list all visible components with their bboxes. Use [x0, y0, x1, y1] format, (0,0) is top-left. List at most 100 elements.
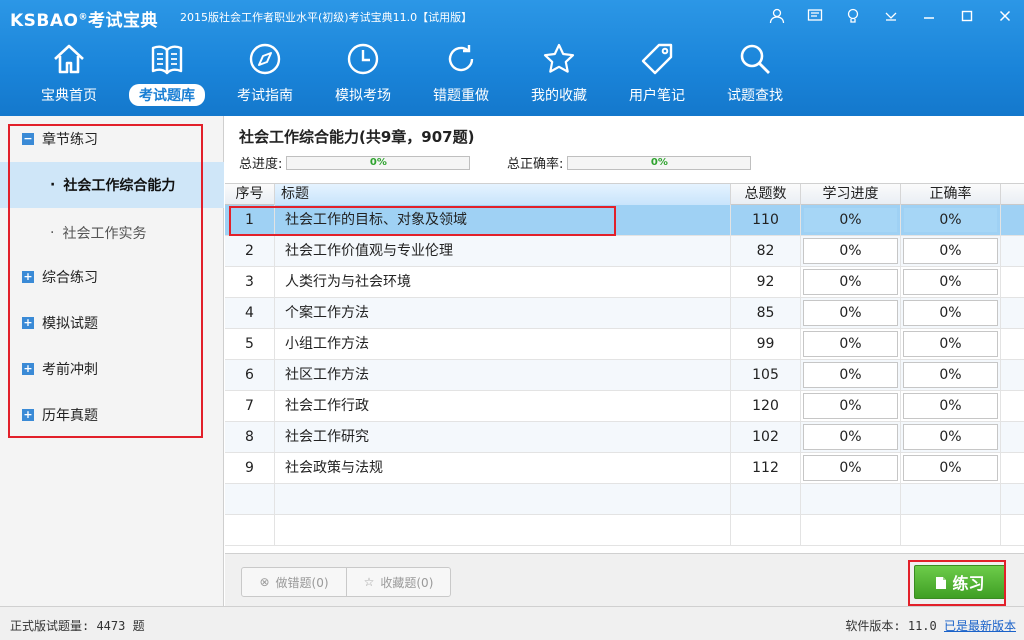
table-row[interactable]: 6 社区工作方法 105 0% 0% — [225, 360, 1024, 391]
expand-icon[interactable]: + — [22, 409, 34, 421]
home-icon — [50, 40, 88, 78]
nav-favorites[interactable]: 我的收藏 — [510, 40, 608, 112]
sidebar-group-comprehensive[interactable]: + 综合练习 — [0, 254, 224, 300]
version-label: 软件版本: 11.0 — [845, 619, 937, 633]
nav-home[interactable]: 宝典首页 — [20, 40, 118, 112]
sidebar-item-label: 社会工作综合能力 — [63, 178, 176, 194]
cell-title: 个案工作方法 — [275, 298, 731, 328]
bullet-icon: · — [50, 225, 55, 241]
table-row[interactable]: 1 社会工作的目标、对象及领域 110 0% 0% — [225, 205, 1024, 236]
maximize-button[interactable] — [948, 0, 986, 32]
cell-progress: 0% — [801, 329, 901, 359]
nav-question-bank[interactable]: 考试题库 — [118, 40, 216, 112]
message-icon[interactable] — [796, 0, 834, 32]
window-controls — [758, 0, 1024, 32]
empty-cell — [225, 484, 275, 514]
cell-total: 92 — [731, 267, 801, 297]
header-title[interactable]: 标题 — [275, 184, 731, 206]
table-row[interactable]: 8 社会工作研究 102 0% 0% — [225, 422, 1024, 453]
cell-index: 3 — [225, 267, 275, 297]
window-title: 2015版社会工作者职业水平(初级)考试宝典11.0【试用版】 — [180, 11, 473, 24]
cancel-circle-icon: ⊗ — [259, 575, 270, 589]
nav-search[interactable]: 试题查找 — [706, 40, 804, 112]
table-row[interactable]: 2 社会工作价值观与专业伦理 82 0% 0% — [225, 236, 1024, 267]
expand-icon[interactable]: + — [22, 317, 34, 329]
sidebar-group-chapter[interactable]: − 章节练习 — [0, 116, 224, 162]
sidebar-group-label: 模拟试题 — [42, 316, 98, 332]
nav-label: 错题重做 — [433, 88, 489, 104]
cell-index: 4 — [225, 298, 275, 328]
menu-icon[interactable] — [872, 0, 910, 32]
cell-accuracy: 0% — [901, 391, 1001, 421]
minimize-button[interactable] — [910, 0, 948, 32]
cell-progress: 0% — [801, 267, 901, 297]
expand-icon[interactable]: + — [22, 271, 34, 283]
table-row[interactable]: 3 人类行为与社会环境 92 0% 0% — [225, 267, 1024, 298]
latest-version-link[interactable]: 已是最新版本 — [944, 619, 1016, 633]
cell-total: 85 — [731, 298, 801, 328]
nav-mock-exam[interactable]: 模拟考场 — [314, 40, 412, 112]
nav-guide[interactable]: 考试指南 — [216, 40, 314, 112]
practice-button[interactable]: 练习 — [914, 565, 1006, 599]
cell-accuracy-value: 0% — [903, 393, 998, 419]
cell-title: 社会工作价值观与专业伦理 — [275, 236, 731, 266]
table-row[interactable]: 4 个案工作方法 85 0% 0% — [225, 298, 1024, 329]
cell-progress-value: 0% — [803, 238, 898, 264]
redo-wrong-button[interactable]: ⊗ 做错题(0) — [242, 568, 346, 596]
sidebar-item-practice[interactable]: · 社会工作实务 — [0, 210, 224, 256]
lightbulb-icon[interactable] — [834, 0, 872, 32]
button-group: ⊗ 做错题(0) ☆ 收藏题(0) — [241, 567, 451, 597]
cell-accuracy: 0% — [901, 236, 1001, 266]
empty-cell — [731, 515, 801, 545]
main-nav: 宝典首页 考试题库 考试指南 模拟考场 错题重做 我的收藏 用户笔记 试题查找 — [20, 40, 804, 112]
table-row[interactable]: 5 小组工作方法 99 0% 0% — [225, 329, 1024, 360]
cell-accuracy: 0% — [901, 453, 1001, 483]
nav-label: 用户笔记 — [629, 88, 685, 104]
sidebar-group-past-exams[interactable]: + 历年真题 — [0, 392, 224, 438]
cell-accuracy-value: 0% — [903, 331, 998, 357]
sidebar-item-comprehensive-ability[interactable]: · 社会工作综合能力 — [0, 162, 224, 208]
page-title: 社会工作综合能力(共9章，907题) — [239, 128, 475, 146]
header-progress[interactable]: 学习进度 — [801, 184, 901, 206]
cell-title: 小组工作方法 — [275, 329, 731, 359]
close-button[interactable] — [986, 0, 1024, 32]
cell-accuracy-value: 0% — [903, 300, 998, 326]
cell-progress: 0% — [801, 360, 901, 390]
empty-cell — [275, 515, 731, 545]
sidebar-group-mock[interactable]: + 模拟试题 — [0, 300, 224, 346]
bullet-icon: · — [50, 177, 56, 193]
logo-text: KSBAO — [10, 11, 79, 31]
cell-progress: 0% — [801, 236, 901, 266]
header-accuracy[interactable]: 正确率 — [901, 184, 1001, 206]
cell-total: 99 — [731, 329, 801, 359]
cell-progress-value: 0% — [803, 455, 898, 481]
expand-icon[interactable]: + — [22, 363, 34, 375]
table-row[interactable]: 7 社会工作行政 120 0% 0% — [225, 391, 1024, 422]
cell-progress-value: 0% — [803, 269, 898, 295]
cell-accuracy: 0% — [901, 360, 1001, 390]
sidebar-group-sprint[interactable]: + 考前冲刺 — [0, 346, 224, 392]
cell-title: 人类行为与社会环境 — [275, 267, 731, 297]
cell-progress: 0% — [801, 205, 901, 235]
total-progress: 总进度: 0% — [239, 153, 471, 172]
cell-progress: 0% — [801, 298, 901, 328]
accuracy-bar: 0% — [567, 155, 752, 170]
cell-index: 8 — [225, 422, 275, 452]
cell-index: 1 — [225, 205, 275, 235]
header-total[interactable]: 总题数 — [731, 184, 801, 206]
empty-cell — [901, 515, 1001, 545]
cell-total: 120 — [731, 391, 801, 421]
header-index[interactable]: 序号 — [225, 184, 275, 206]
empty-row — [225, 484, 1024, 515]
table-row[interactable]: 9 社会政策与法规 112 0% 0% — [225, 453, 1024, 484]
tag-icon — [638, 40, 676, 78]
compass-icon — [246, 40, 284, 78]
cell-total: 82 — [731, 236, 801, 266]
nav-notes[interactable]: 用户笔记 — [608, 40, 706, 112]
cell-title: 社会工作行政 — [275, 391, 731, 421]
user-icon[interactable] — [758, 0, 796, 32]
favorites-button[interactable]: ☆ 收藏题(0) — [346, 568, 450, 596]
app-logo: KSBAO®考试宝典 — [10, 6, 158, 31]
collapse-icon[interactable]: − — [22, 133, 34, 145]
nav-redo-wrong[interactable]: 错题重做 — [412, 40, 510, 112]
